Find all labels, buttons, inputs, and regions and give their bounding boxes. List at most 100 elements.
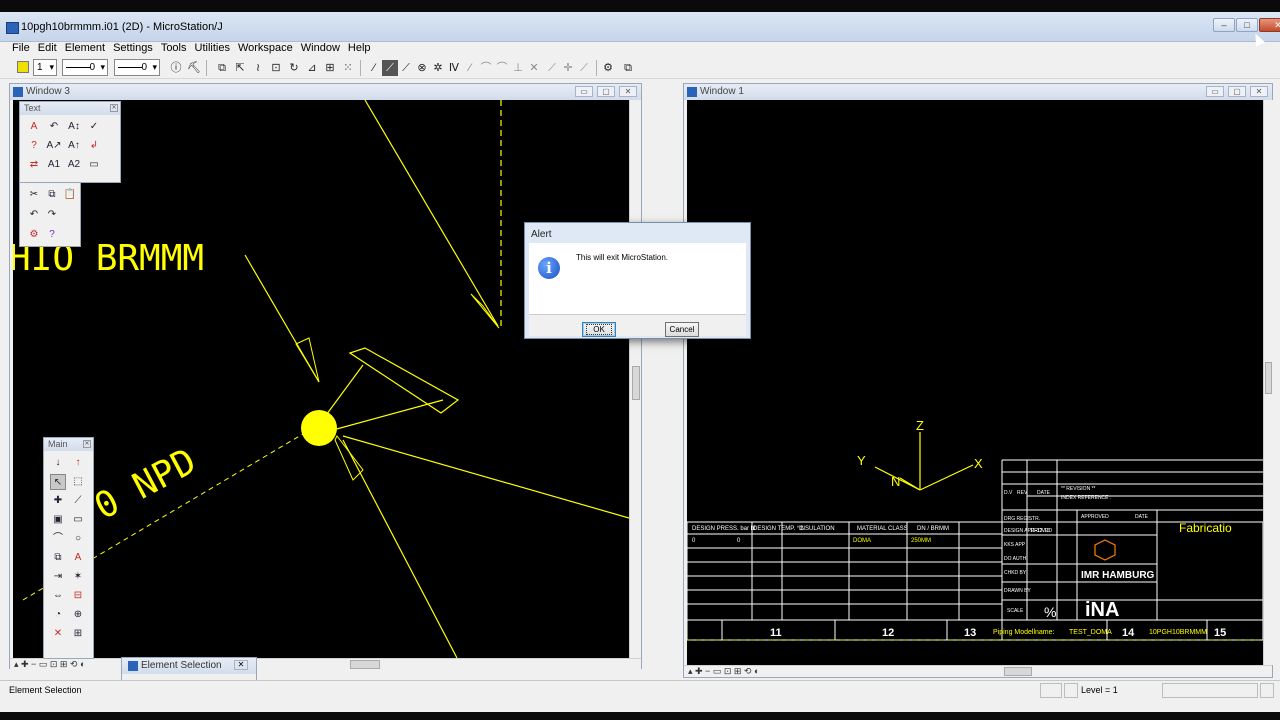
accudraw-icon[interactable]: ⚙: [600, 60, 616, 76]
menu-file[interactable]: File: [8, 42, 34, 55]
cell-icon[interactable]: ⧉: [50, 550, 66, 566]
text-copy-icon[interactable]: A2: [66, 157, 82, 173]
fence-icon[interactable]: ⬚: [70, 474, 86, 490]
line-weight-combo[interactable]: 0: [114, 59, 160, 76]
standard-palette[interactable]: ✂ ⧉ 📋 ↶ ↷ ⚙ ?: [19, 183, 81, 247]
help-icon[interactable]: ?: [44, 227, 60, 243]
text-display-icon[interactable]: ▭: [86, 157, 102, 173]
snap-center-icon[interactable]: ⊗: [414, 60, 430, 76]
window-1-vscrollbar[interactable]: [1263, 100, 1273, 665]
text-change-icon[interactable]: A↑: [66, 138, 82, 154]
status-lock-icon[interactable]: [1064, 683, 1078, 698]
main-palette[interactable]: Main ✕ ↓ ↑ ↖ ⬚ ✚ ⟋ ▣ ▭ ⌒ ○ ⧉ A ⇥ ✶ ⇔ ⊟ ◔ …: [43, 437, 94, 659]
window-3-vscrollbar[interactable]: [629, 100, 641, 658]
snap-bisector-icon[interactable]: ✛: [560, 60, 576, 76]
info-circle-icon[interactable]: ⓘ: [168, 60, 184, 76]
move-icon[interactable]: ⊕: [70, 607, 86, 623]
line-tool-icon[interactable]: ⁄: [366, 60, 382, 76]
snap-tentative-icon[interactable]: ⟋: [576, 60, 592, 76]
window-3-minimize-button[interactable]: ▭: [575, 86, 593, 97]
text-palette[interactable]: Text ✕ A ↶ A↕ ✓ ? A↗ A↑ ↲ ⇄ A1 A2 ▭: [19, 101, 121, 183]
block-icon[interactable]: ▣: [50, 512, 66, 528]
circle-icon[interactable]: ○: [70, 531, 86, 547]
line-style-combo[interactable]: 0: [62, 59, 108, 76]
element-selection-icon[interactable]: ↖: [50, 474, 66, 490]
snap-parallel-icon[interactable]: ⊥: [510, 60, 526, 76]
paste-icon[interactable]: 📋: [62, 187, 78, 203]
main-palette-titlebar[interactable]: Main ✕: [44, 438, 93, 451]
rotate-icon[interactable]: ↻: [286, 60, 302, 76]
element-selection-close-icon[interactable]: ✕: [234, 660, 248, 670]
text-replace-icon[interactable]: ⇄: [26, 157, 42, 173]
main-text-icon[interactable]: A: [70, 550, 86, 566]
text-palette-close-icon[interactable]: ✕: [110, 104, 118, 112]
window-1[interactable]: Window 1 ▭ ▢ ✕ Z Y N X DESIGN PRESS. bar…: [683, 83, 1273, 678]
window-3-close-button[interactable]: ✕: [619, 86, 637, 97]
active-color-swatch[interactable]: [17, 61, 29, 73]
view-controls-icons[interactable]: ▴ ✚ − ▭ ⊡ ⊞ ⟲ ◐: [14, 659, 85, 670]
smartline-icon[interactable]: ⟋: [382, 60, 398, 76]
parallel-icon[interactable]: ≀: [250, 60, 266, 76]
grid-icon[interactable]: ⁙: [340, 60, 356, 76]
menu-utilities[interactable]: Utilities: [191, 42, 234, 55]
copy-icon[interactable]: ⧉: [44, 187, 60, 203]
menu-help[interactable]: Help: [344, 42, 375, 55]
menu-tools[interactable]: Tools: [157, 42, 191, 55]
snap-intersect-icon[interactable]: ⁄: [462, 60, 478, 76]
alert-dialog[interactable]: Alert i This will exit MicroStation. OK …: [524, 222, 751, 339]
snap-perp-icon[interactable]: ⌒: [494, 60, 510, 76]
arrow-up-icon[interactable]: ↑: [70, 455, 86, 471]
modify-icon[interactable]: ⊟: [70, 588, 86, 604]
smartline-tool-icon[interactable]: ⟋: [70, 493, 86, 509]
delete-icon[interactable]: ✕: [50, 626, 66, 642]
text-palette-titlebar[interactable]: Text ✕: [20, 102, 120, 115]
window-3-view[interactable]: HIO BRMMM 0 NPD: [13, 100, 629, 658]
view-controls-icons[interactable]: ▴ ✚ − ▭ ⊡ ⊞ ⟲ ◐: [688, 666, 759, 677]
window-3-titlebar[interactable]: Window 3 ▭ ▢ ✕: [10, 84, 641, 100]
snap-nearest-icon[interactable]: Ⅳ: [446, 60, 462, 76]
snaps-palette-icon[interactable]: ⧉: [620, 60, 636, 76]
window-1-view[interactable]: Z Y N X DESIGN PRESS. bar bt DESIGN TEMP…: [687, 100, 1263, 665]
snap-origin-icon[interactable]: ✕: [526, 60, 542, 76]
element-selection-titlebar[interactable]: Element Selection ✕: [122, 658, 256, 674]
level-combo[interactable]: 1: [33, 59, 57, 76]
status-snap-icon[interactable]: [1040, 683, 1062, 698]
status-resize-grip[interactable]: [1260, 683, 1274, 698]
window-1-vscroll-thumb[interactable]: [1265, 362, 1272, 394]
mirror-icon[interactable]: ⊿: [304, 60, 320, 76]
spellcheck-icon[interactable]: ✓: [86, 119, 102, 135]
arrow-down-icon[interactable]: ↓: [50, 455, 66, 471]
settings-icon[interactable]: ⚙: [26, 227, 42, 243]
text-increment-icon[interactable]: A↗: [46, 138, 62, 154]
manipulate-icon[interactable]: ◔: [50, 607, 66, 623]
menu-window[interactable]: Window: [297, 42, 344, 55]
main-palette-close-icon[interactable]: ✕: [83, 440, 91, 448]
window-1-maximize-button[interactable]: ▢: [1228, 86, 1246, 97]
cancel-button[interactable]: Cancel: [665, 322, 699, 337]
snap-line-icon[interactable]: ⟋: [398, 60, 414, 76]
menu-element[interactable]: Element: [61, 42, 109, 55]
text-attributes-icon[interactable]: A1: [46, 157, 62, 173]
rectangle-icon[interactable]: ▭: [70, 512, 86, 528]
transform-icon[interactable]: ⊞: [70, 626, 86, 642]
window-1-hscroll-thumb[interactable]: [1004, 667, 1032, 676]
place-text-icon[interactable]: A: [26, 119, 42, 135]
window-3-maximize-button[interactable]: ▢: [597, 86, 615, 97]
place-text-along-icon[interactable]: ↶: [46, 119, 62, 135]
scale-icon[interactable]: ⊡: [268, 60, 284, 76]
window-3-hscroll-thumb[interactable]: [350, 660, 380, 669]
window-3-vscroll-thumb[interactable]: [632, 366, 640, 400]
window-1-titlebar[interactable]: Window 1 ▭ ▢ ✕: [684, 84, 1272, 100]
ok-button[interactable]: OK: [582, 322, 616, 337]
snap-tangent-icon[interactable]: ⌒: [478, 60, 494, 76]
maximize-button[interactable]: □: [1236, 18, 1258, 32]
point-icon[interactable]: ✚: [50, 493, 66, 509]
array-icon[interactable]: ⊞: [322, 60, 338, 76]
snap-keypoint-icon[interactable]: ✲: [430, 60, 446, 76]
measure-icon[interactable]: ⇥: [50, 569, 66, 585]
text-note-icon[interactable]: ↲: [86, 138, 102, 154]
undo-icon[interactable]: ↶: [26, 207, 42, 223]
text-query-icon[interactable]: ?: [26, 138, 42, 154]
menu-workspace[interactable]: Workspace: [234, 42, 297, 55]
snap-midpoint-icon[interactable]: ⟋: [544, 60, 560, 76]
